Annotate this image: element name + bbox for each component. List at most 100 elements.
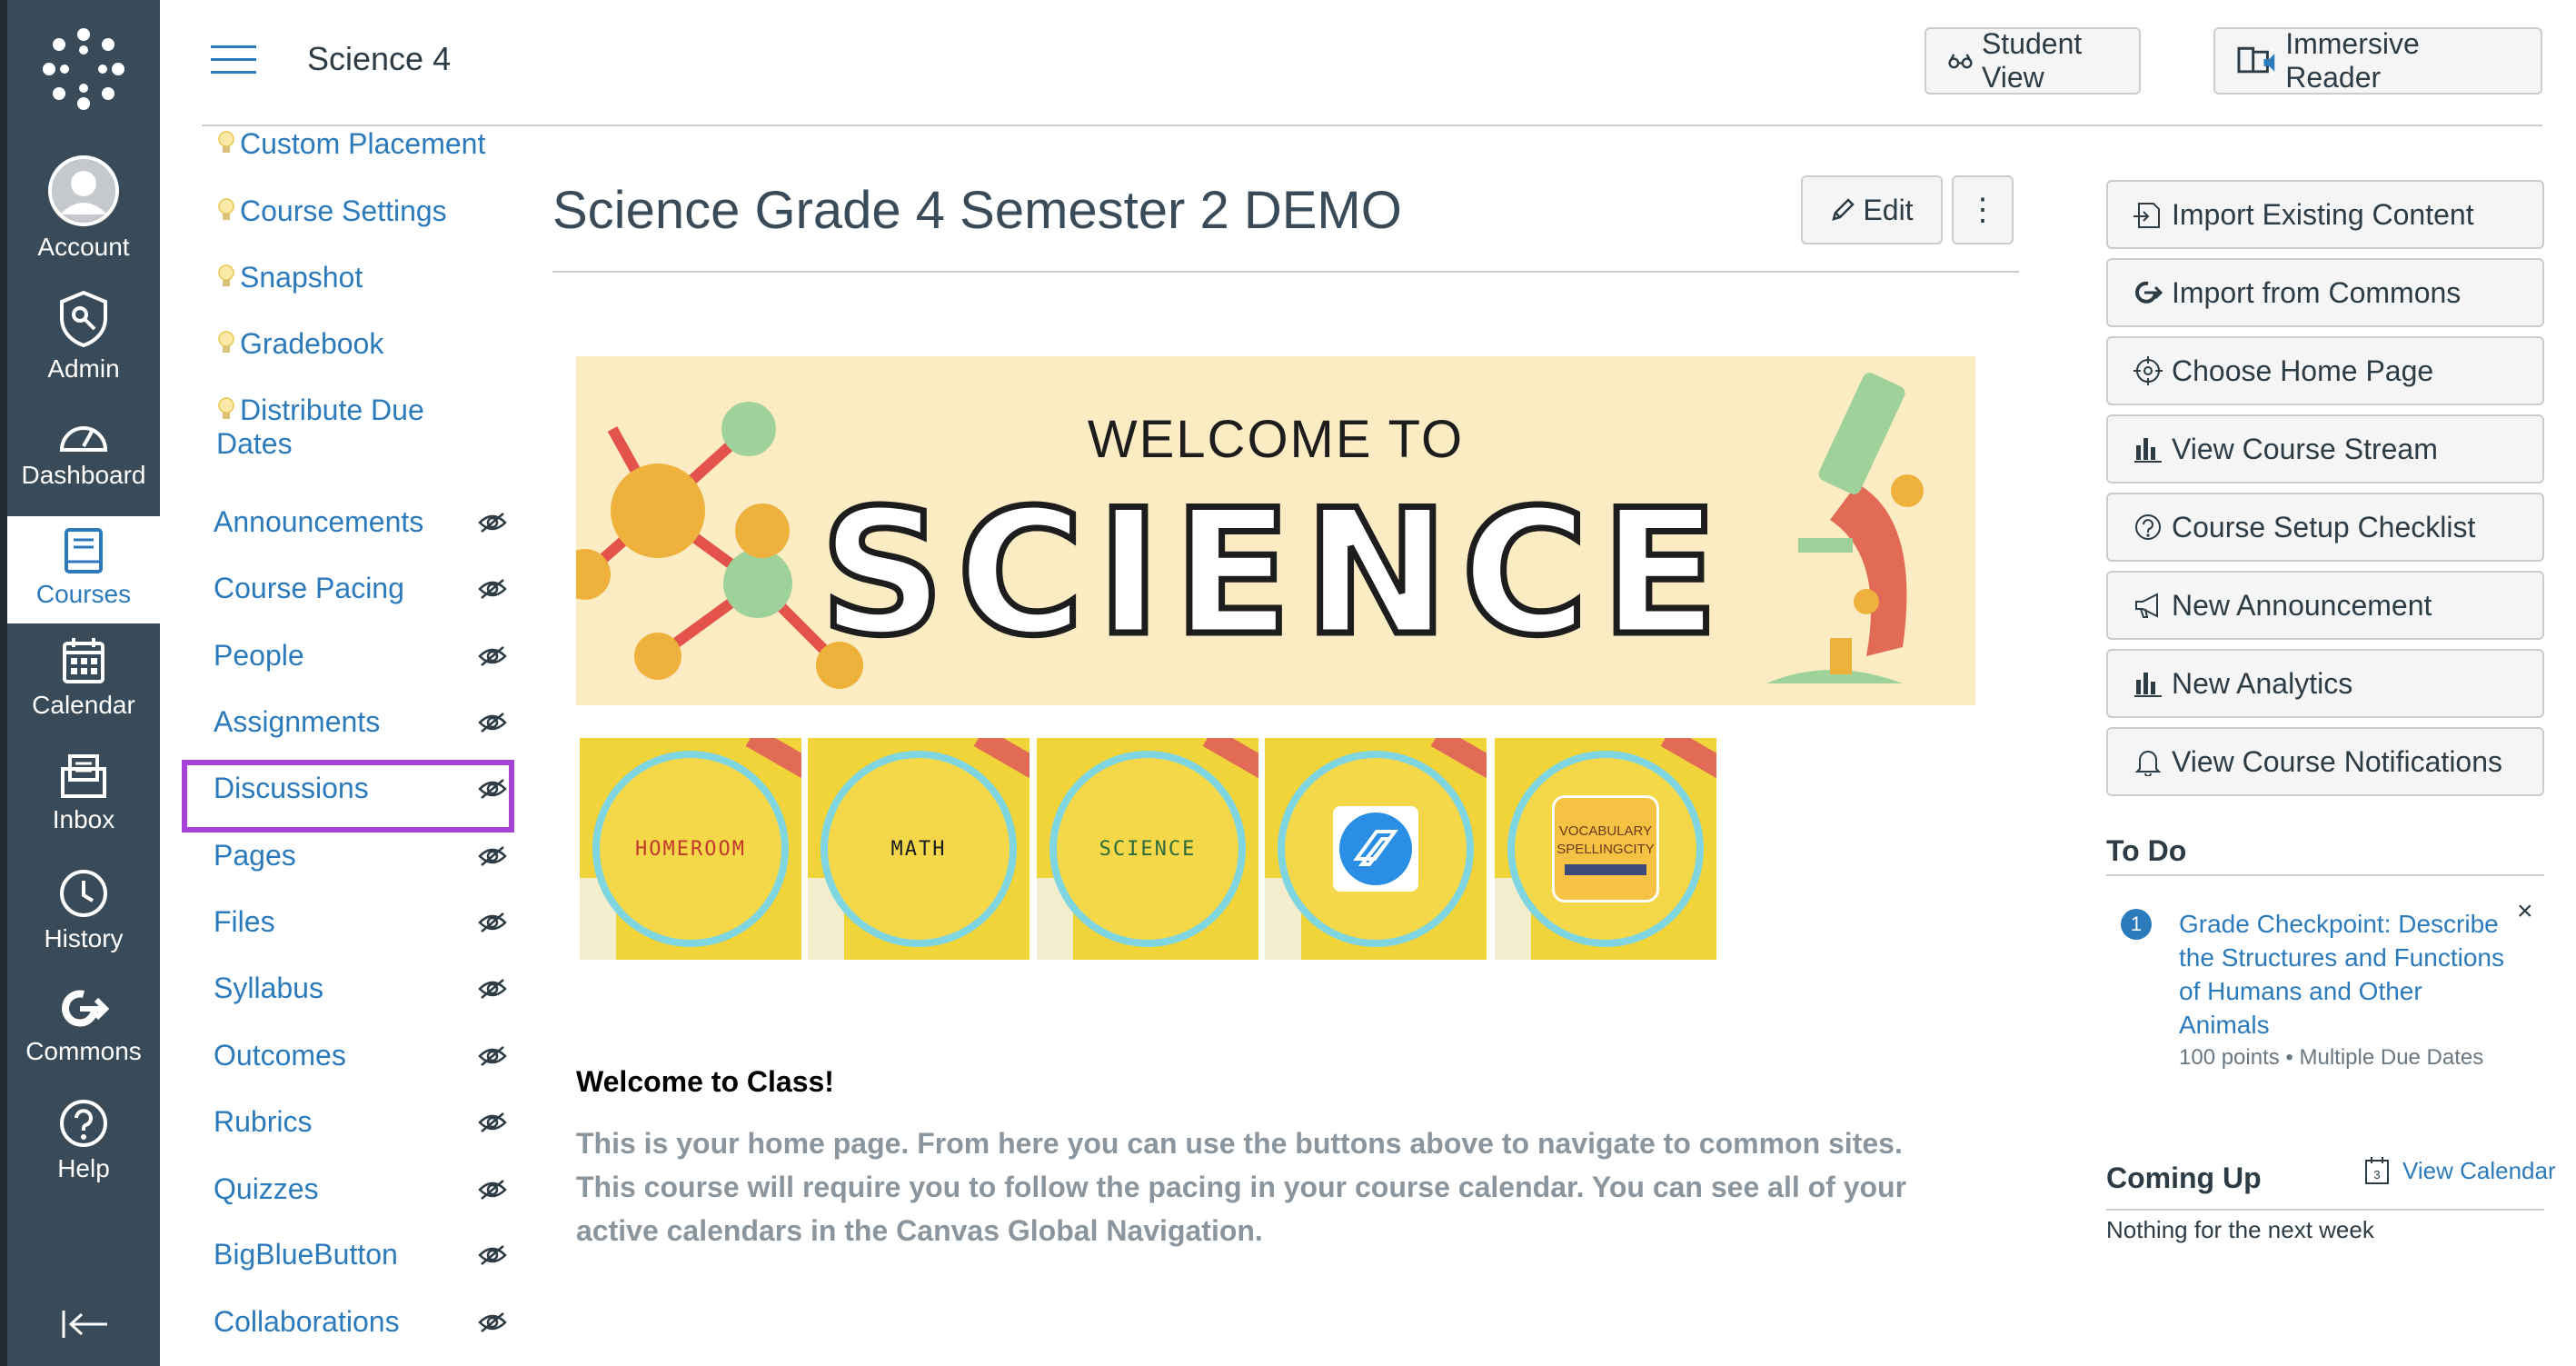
science-tile-label: SCIENCE	[1099, 837, 1197, 861]
course-nav-quizzes[interactable]: Quizzes	[202, 1172, 516, 1206]
nav-dashboard-label: Dashboard	[21, 461, 146, 489]
view-calendar-link[interactable]: 3 View Calendar	[2364, 1156, 2556, 1185]
course-setup-checklist-button[interactable]: Course Setup Checklist	[2106, 493, 2544, 562]
nav-courses-label: Courses	[35, 580, 132, 608]
target-icon	[2133, 356, 2163, 385]
collapse-nav-icon[interactable]	[7, 1309, 160, 1363]
more-options-button[interactable]: ⋮	[1952, 175, 2014, 244]
choose-home-page-button[interactable]: Choose Home Page	[2106, 336, 2544, 405]
course-nav-syllabus[interactable]: Syllabus	[202, 972, 516, 1005]
welcome-banner: WELCOME TO SCIENCE	[576, 356, 1975, 705]
todo-item-link[interactable]: Grade Checkpoint: Describe the Structure…	[2179, 907, 2506, 1042]
close-icon[interactable]: ×	[2517, 896, 2533, 927]
view-course-stream-button[interactable]: View Course Stream	[2106, 414, 2544, 484]
course-nav-label: Course Settings	[240, 194, 447, 227]
course-nav-announcements[interactable]: Announcements	[202, 505, 516, 539]
calendar-day-number: 3	[2373, 1168, 2380, 1182]
eye-slash-icon	[478, 707, 507, 741]
course-nav-rubrics[interactable]: Rubrics	[202, 1105, 516, 1139]
hamburger-menu-icon[interactable]	[211, 45, 256, 78]
nav-calendar[interactable]: Calendar	[7, 636, 160, 736]
nav-dashboard[interactable]: Dashboard	[7, 414, 160, 513]
math-tile[interactable]: MATH	[808, 738, 1029, 960]
book-icon	[65, 528, 103, 573]
page-title: Science Grade 4 Semester 2 DEMO	[552, 181, 1402, 240]
course-nav-assignments[interactable]: Assignments	[202, 705, 516, 739]
canvas-logo-icon[interactable]	[7, 25, 160, 125]
lightbulb-icon	[216, 194, 240, 227]
course-nav-label: Course Pacing	[214, 572, 404, 604]
commons-icon	[2135, 281, 2163, 304]
view-course-notifications-button[interactable]: View Course Notifications	[2106, 727, 2544, 796]
calendar-icon	[63, 638, 104, 683]
spellingcity-logo-line-2: SPELLINGCITY	[1557, 842, 1655, 857]
nearpod-tile[interactable]	[1265, 738, 1487, 960]
banner-line-1: WELCOME TO	[1087, 410, 1465, 469]
course-nav-label: Outcomes	[214, 1039, 346, 1072]
immersive-reader-label: Immersive Reader	[2285, 27, 2420, 94]
banner-line-2: SCIENCE	[817, 470, 1732, 677]
course-nav-bigbluebutton[interactable]: BigBlueButton	[202, 1238, 516, 1271]
student-view-label: Student View	[1981, 27, 2083, 94]
spellingcity-tile[interactable]: VOCABULARY SPELLINGCITY	[1495, 738, 1716, 960]
course-nav-gradebook[interactable]: Gradebook	[202, 327, 516, 361]
eye-slash-icon	[478, 1240, 507, 1273]
pencil-icon	[1832, 198, 1855, 221]
student-view-button[interactable]: Student View	[1925, 27, 2141, 95]
course-nav-label: BigBlueButton	[214, 1238, 398, 1271]
course-nav-outcomes[interactable]: Outcomes	[202, 1039, 516, 1072]
homeroom-tile[interactable]: HOMEROOM	[580, 738, 801, 960]
course-nav-pages[interactable]: Pages	[202, 839, 516, 872]
course-nav-collaborations[interactable]: Collaborations	[202, 1305, 516, 1339]
nav-calendar-label: Calendar	[32, 691, 135, 719]
avatar	[48, 155, 119, 226]
clock-icon	[60, 870, 107, 917]
lightbulb-icon	[216, 327, 240, 360]
nav-account[interactable]: Account	[7, 155, 160, 273]
nav-commons[interactable]: Commons	[7, 986, 160, 1086]
nav-history[interactable]: History	[7, 868, 160, 968]
bell-icon	[2134, 751, 2162, 776]
course-nav-distribute-due[interactable]: Distribute Due Dates	[202, 394, 516, 461]
header-divider	[202, 125, 2542, 126]
science-tile[interactable]: SCIENCE	[1037, 738, 1258, 960]
course-nav-people[interactable]: People	[202, 639, 516, 673]
lightbulb-icon	[216, 394, 240, 426]
homeroom-tile-label: HOMEROOM	[635, 837, 746, 861]
shield-icon	[60, 290, 107, 348]
welcome-body: This is your home page. From here you ca…	[576, 1127, 1907, 1247]
immersive-reader-button[interactable]: Immersive Reader	[2213, 27, 2542, 95]
nav-admin[interactable]: Admin	[7, 289, 160, 398]
new-analytics-button[interactable]: New Analytics	[2106, 649, 2544, 718]
todo-badge: 1	[2121, 909, 2152, 940]
course-nav-label: Pages	[214, 839, 296, 872]
nav-history-label: History	[44, 924, 124, 952]
eye-slash-icon	[478, 1107, 507, 1141]
coming-up-heading: Coming Up	[2106, 1162, 2262, 1194]
eye-slash-icon	[478, 973, 507, 1007]
course-nav-custom-placement[interactable]: Custom Placement	[202, 127, 516, 161]
discussions-highlight-box	[182, 760, 514, 833]
course-nav-course-settings[interactable]: Course Settings	[202, 194, 516, 228]
course-nav-course-pacing[interactable]: Course Pacing	[202, 572, 516, 605]
import-existing-content-button[interactable]: Import Existing Content	[2106, 180, 2544, 249]
eye-slash-icon	[478, 907, 507, 941]
new-announcement-button[interactable]: New Announcement	[2106, 571, 2544, 640]
eye-slash-icon	[478, 1307, 507, 1341]
nav-inbox[interactable]: Inbox	[7, 753, 160, 853]
nav-inbox-label: Inbox	[52, 805, 115, 833]
edit-button[interactable]: Edit	[1801, 175, 1943, 244]
nav-help[interactable]: Help	[7, 1098, 160, 1198]
course-nav-label-line-2: Dates	[216, 427, 293, 460]
bar-chart-icon	[2134, 673, 2162, 697]
eye-slash-icon	[478, 641, 507, 674]
nav-admin-label: Admin	[47, 354, 120, 383]
math-tile-label: MATH	[890, 837, 947, 861]
import-from-commons-button[interactable]: Import from Commons	[2106, 258, 2544, 327]
breadcrumb[interactable]: Science 4	[307, 40, 451, 78]
new-announcement-label: New Announcement	[2172, 588, 2432, 622]
course-nav-label: Snapshot	[240, 261, 363, 294]
course-nav-snapshot[interactable]: Snapshot	[202, 261, 516, 294]
nav-courses[interactable]: Courses	[7, 516, 160, 623]
course-nav-files[interactable]: Files	[202, 905, 516, 939]
